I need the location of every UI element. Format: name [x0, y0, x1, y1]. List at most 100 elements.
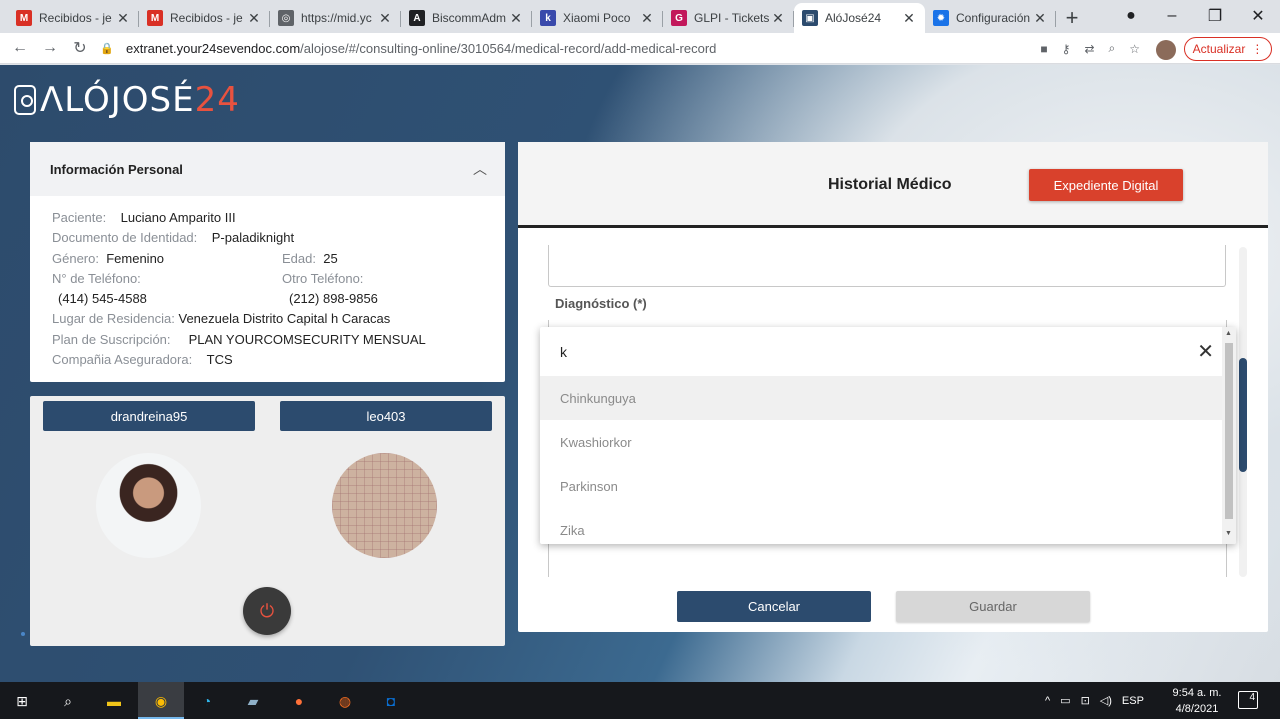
video-call-panel: drandreina95 leo403 ⏻ [30, 396, 505, 646]
url-path: /alojose/#/consulting-online/3010564/med… [300, 41, 717, 56]
browser-tab[interactable]: ✹ Configuración ✕ [925, 3, 1056, 33]
camera-icon[interactable]: ■ [1040, 42, 1047, 56]
dropdown-option[interactable]: Zika [540, 508, 1222, 544]
close-tab-icon[interactable]: ✕ [1032, 10, 1048, 27]
residence-value: Venezuela Distrito Capital h Caracas [178, 311, 391, 327]
chevron-up-icon[interactable]: ︿ [473, 159, 487, 179]
zoom-icon[interactable]: ⌕ [1109, 41, 1116, 56]
clock-time: 9:54 a. m. [1172, 687, 1222, 699]
update-label: Actualizar [1192, 42, 1246, 56]
close-window-icon[interactable]: ✕ [1244, 0, 1272, 32]
globe-icon: ◎ [278, 10, 294, 26]
tab-title: Recibidos - je [170, 11, 243, 25]
browser-tab[interactable]: G GLPI - Tickets ✕ [663, 3, 794, 33]
profile-avatar[interactable] [1156, 40, 1176, 60]
search-icon[interactable]: ⌕ [54, 688, 82, 714]
digital-record-button[interactable]: Expediente Digital [1029, 169, 1183, 201]
close-tab-icon[interactable]: ✕ [901, 10, 917, 27]
close-tab-icon[interactable]: ✕ [770, 10, 786, 27]
browser-tab[interactable]: M Recibidos - je ✕ [139, 3, 270, 33]
browser-toolbar: ← → ↻ 🔒 extranet.your24sevendoc.com/aloj… [0, 33, 1280, 64]
close-tab-icon[interactable]: ✕ [508, 10, 524, 27]
settings-icon: ✹ [933, 10, 949, 26]
windows-taskbar: ⊞ ⌕ ▬ ◉ ◔ ▰ ● ◍ ◘ ^ ▭ ⊡ ◁) ESP 9:54 a. m… [0, 682, 1280, 719]
logo-accent: 24 [194, 80, 240, 120]
residence-label: Lugar de Residencia: [52, 311, 175, 327]
dropdown-option[interactable]: Chinkunguya [540, 376, 1222, 420]
browser-tab[interactable]: A BiscommAdm ✕ [401, 3, 532, 33]
dropdown-options-list: Chinkunguya Kwashiorkor Parkinson Zika [540, 376, 1222, 544]
dropdown-scrollbar[interactable]: ▲ ▼ [1222, 327, 1236, 544]
reload-icon[interactable]: ↻ [65, 38, 95, 58]
plan-label: Plan de Suscripción: [52, 331, 171, 347]
personal-info-title: Información Personal [50, 161, 183, 177]
browser-tab[interactable]: M Recibidos - je ✕ [8, 3, 139, 33]
cancel-button[interactable]: Cancelar [677, 591, 871, 622]
save-button[interactable]: Guardar [896, 591, 1090, 622]
system-tray: ^ ▭ ⊡ ◁) ESP [1045, 682, 1144, 719]
file-explorer-icon[interactable]: ▬ [100, 688, 128, 714]
postman-icon[interactable]: ◍ [331, 688, 359, 714]
diagnosis-search-input[interactable] [560, 343, 1120, 360]
end-call-power-button[interactable]: ⏻ [243, 587, 291, 635]
patient-label: Paciente: [52, 210, 107, 225]
tab-separator [1055, 11, 1056, 27]
edge-icon[interactable]: ◔ [193, 688, 221, 714]
scroll-down-icon[interactable]: ▼ [1225, 530, 1232, 537]
close-tab-icon[interactable]: ✕ [246, 10, 262, 27]
bookmark-star-icon[interactable]: ☆ [1129, 42, 1140, 56]
notification-center-icon[interactable]: 4 [1238, 691, 1258, 709]
dropdown-option[interactable]: Parkinson [540, 464, 1222, 508]
battery-icon[interactable]: ▭ [1060, 694, 1070, 707]
browser-tab[interactable]: ◎ https://mid.yc ✕ [270, 3, 401, 33]
volume-icon[interactable]: ◁) [1100, 694, 1112, 707]
tab-title: Configuración [956, 11, 1031, 25]
glpi-icon: G [671, 10, 687, 26]
close-tab-icon[interactable]: ✕ [377, 10, 393, 27]
notes-textarea[interactable] [548, 245, 1226, 287]
dropdown-option[interactable]: Kwashiorkor [540, 420, 1222, 464]
dropdown-scrollbar-thumb[interactable] [1225, 343, 1233, 519]
back-icon[interactable]: ← [5, 39, 35, 57]
browser-tab[interactable]: k Xiaomi Poco ✕ [532, 3, 663, 33]
tab-title: Recibidos - je [39, 11, 112, 25]
plan-value: PLAN YOURCOMSECURITY MENSUAL [188, 331, 426, 347]
close-icon[interactable]: ✕ [1197, 339, 1214, 364]
personal-info-header[interactable]: Información Personal ︿ [30, 142, 505, 196]
patient-user-button[interactable]: leo403 [280, 401, 492, 431]
gender-label: Género: [52, 250, 99, 266]
age-value: 25 [323, 250, 338, 266]
network-icon[interactable]: ⊡ [1081, 694, 1090, 707]
forward-icon[interactable]: → [35, 39, 65, 57]
phone-value: (414) 545-4588 [58, 291, 147, 307]
browser-tab[interactable]: ▣ AlóJosé24 ✕ [794, 3, 925, 33]
minimize-icon[interactable]: – [1158, 0, 1186, 32]
key-icon[interactable]: ⚷ [1062, 42, 1071, 56]
scroll-up-icon[interactable]: ▲ [1225, 330, 1232, 337]
insurer-label: Compañia Aseguradora: [52, 352, 193, 368]
outlook-icon[interactable]: ◘ [377, 688, 405, 714]
ki-icon: k [540, 10, 556, 26]
close-tab-icon[interactable]: ✕ [115, 10, 131, 27]
medical-history-header: Historial Médico Expediente Digital [518, 142, 1268, 228]
power-icon: ⏻ [259, 600, 275, 621]
address-bar[interactable]: 🔒 extranet.your24sevendoc.com/alojose/#/… [100, 36, 1140, 61]
doctor-user-button[interactable]: drandreina95 [43, 401, 255, 431]
tab-title: GLPI - Tickets [694, 11, 770, 25]
windows-start-icon[interactable]: ⊞ [8, 688, 36, 714]
taskbar-clock[interactable]: 9:54 a. m. 4/8/2021 [1168, 685, 1226, 717]
update-button[interactable]: Actualizar ⋮ [1184, 37, 1272, 61]
form-scrollbar-thumb[interactable] [1239, 358, 1247, 472]
translate-icon[interactable]: ⇄ [1084, 42, 1094, 56]
restore-icon[interactable]: ❐ [1201, 0, 1229, 32]
language-indicator[interactable]: ESP [1122, 695, 1144, 707]
chrome-icon[interactable]: ◉ [147, 688, 175, 714]
app-logo[interactable]: ΛLÓJOSÉ 24 [14, 80, 240, 120]
close-tab-icon[interactable]: ✕ [639, 10, 655, 27]
firefox-icon[interactable]: ● [285, 688, 313, 714]
new-tab-button[interactable]: + [1056, 3, 1088, 33]
alojose-icon: ▣ [802, 10, 818, 26]
notes-app-icon[interactable]: ▰ [239, 688, 267, 714]
tray-expand-icon[interactable]: ^ [1045, 695, 1050, 707]
profile-menu-icon[interactable]: ● [1117, 0, 1145, 32]
